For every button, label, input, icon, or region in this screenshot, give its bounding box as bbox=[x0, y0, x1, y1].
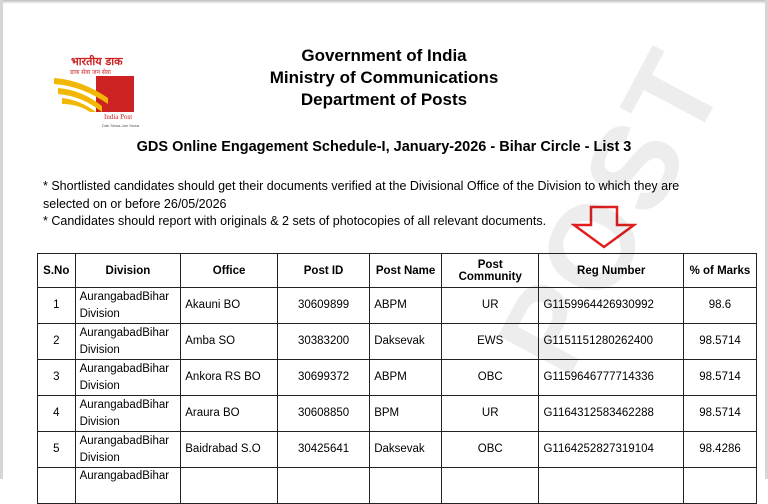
cell-reg-number: G1159646777714336 bbox=[538, 359, 684, 396]
cell-sno: 2 bbox=[37, 323, 76, 360]
cell-sno bbox=[37, 467, 76, 504]
cell-post-community: EWS bbox=[440, 323, 540, 360]
cell-office: Amba SO bbox=[180, 323, 278, 360]
cell-post-id: 30699372 bbox=[276, 359, 371, 396]
cell-division: AurangabadBihar bbox=[74, 467, 182, 504]
cell-sno: 5 bbox=[37, 431, 76, 468]
header-ministry: Ministry of Communications bbox=[269, 68, 499, 87]
header-department: Department of Posts bbox=[300, 90, 468, 109]
cell-post-community: OBC bbox=[440, 431, 540, 468]
cell-post-name: BPM bbox=[369, 395, 442, 432]
cell-office: Akauni BO bbox=[180, 287, 278, 324]
cell-marks: 98.5714 bbox=[682, 359, 758, 396]
logo-name: India Post bbox=[104, 113, 133, 121]
cell-division: AurangabadBihar Division bbox=[74, 431, 182, 468]
cell-division: AurangabadBihar Division bbox=[74, 323, 182, 360]
cell-post-community bbox=[440, 467, 540, 504]
cell-office: Araura BO bbox=[180, 395, 278, 432]
cell-post-community: UR bbox=[440, 287, 540, 324]
table-row: 1 AurangabadBihar Division Akauni BO 306… bbox=[37, 287, 758, 324]
col-header-post-id: Post ID bbox=[276, 253, 371, 288]
top-shadow bbox=[0, 0, 768, 4]
cell-post-id: 30609899 bbox=[276, 287, 371, 324]
cell-post-id bbox=[276, 467, 371, 504]
cell-reg-number: G1164312583462288 bbox=[538, 395, 684, 432]
cell-post-id: 30383200 bbox=[276, 323, 371, 360]
cell-post-name bbox=[369, 467, 442, 504]
table-row: 5 AurangabadBihar Division Baidrabad S.O… bbox=[37, 431, 758, 468]
cell-post-community: OBC bbox=[440, 359, 540, 396]
cell-office bbox=[180, 467, 278, 504]
cell-sno: 4 bbox=[37, 395, 76, 432]
cell-sno: 1 bbox=[37, 287, 76, 324]
cell-sno: 3 bbox=[37, 359, 76, 396]
cell-marks: 98.5714 bbox=[682, 395, 758, 432]
cell-post-name: Daksevak bbox=[369, 431, 442, 468]
cell-reg-number bbox=[538, 467, 684, 504]
cell-post-community: UR bbox=[440, 395, 540, 432]
cell-reg-number: G1159964426930992 bbox=[538, 287, 684, 324]
cell-office: Baidrabad S.O bbox=[180, 431, 278, 468]
cell-division: AurangabadBihar Division bbox=[74, 287, 182, 324]
cell-division: AurangabadBihar Division bbox=[74, 395, 182, 432]
cell-post-id: 30608850 bbox=[276, 395, 371, 432]
table-header-row: S.No Division Office Post ID Post Name P… bbox=[37, 253, 758, 288]
table-row: 4 AurangabadBihar Division Araura BO 306… bbox=[37, 395, 758, 432]
cell-post-name: Daksevak bbox=[369, 323, 442, 360]
table-row-partial: AurangabadBihar bbox=[37, 467, 758, 504]
cell-post-name: ABPM bbox=[369, 287, 442, 324]
col-header-office: Office bbox=[180, 253, 278, 288]
cell-marks bbox=[682, 467, 758, 504]
col-header-division: Division bbox=[74, 253, 182, 288]
header-government: Government of India bbox=[301, 46, 467, 65]
col-header-post-name: Post Name bbox=[369, 253, 442, 288]
col-header-marks: % of Marks bbox=[682, 253, 758, 288]
col-header-reg-number: Reg Number bbox=[538, 253, 684, 288]
cell-marks: 98.5714 bbox=[682, 323, 758, 360]
cell-post-id: 30425641 bbox=[276, 431, 371, 468]
table-row: 2 AurangabadBihar Division Amba SO 30383… bbox=[37, 323, 758, 360]
shortlist-table: S.No Division Office Post ID Post Name P… bbox=[37, 253, 758, 504]
logo-tagline: Dak Sewa-Jan Sewa bbox=[102, 123, 140, 128]
col-header-post-community: Post Community bbox=[440, 253, 540, 288]
document-subtitle: GDS Online Engagement Schedule-I, Januar… bbox=[136, 139, 632, 155]
cell-reg-number: G1151151280262400 bbox=[538, 323, 684, 360]
table-row: 3 AurangabadBihar Division Ankora RS BO … bbox=[37, 359, 758, 396]
col-header-sno: S.No bbox=[37, 253, 76, 288]
cell-marks: 98.6 bbox=[682, 287, 758, 324]
cell-division: AurangabadBihar Division bbox=[74, 359, 182, 396]
cell-reg-number: G1164252827319104 bbox=[538, 431, 684, 468]
cell-office: Ankora RS BO bbox=[180, 359, 278, 396]
cell-post-name: ABPM bbox=[369, 359, 442, 396]
cell-marks: 98.4286 bbox=[682, 431, 758, 468]
down-arrow-icon bbox=[571, 205, 637, 249]
